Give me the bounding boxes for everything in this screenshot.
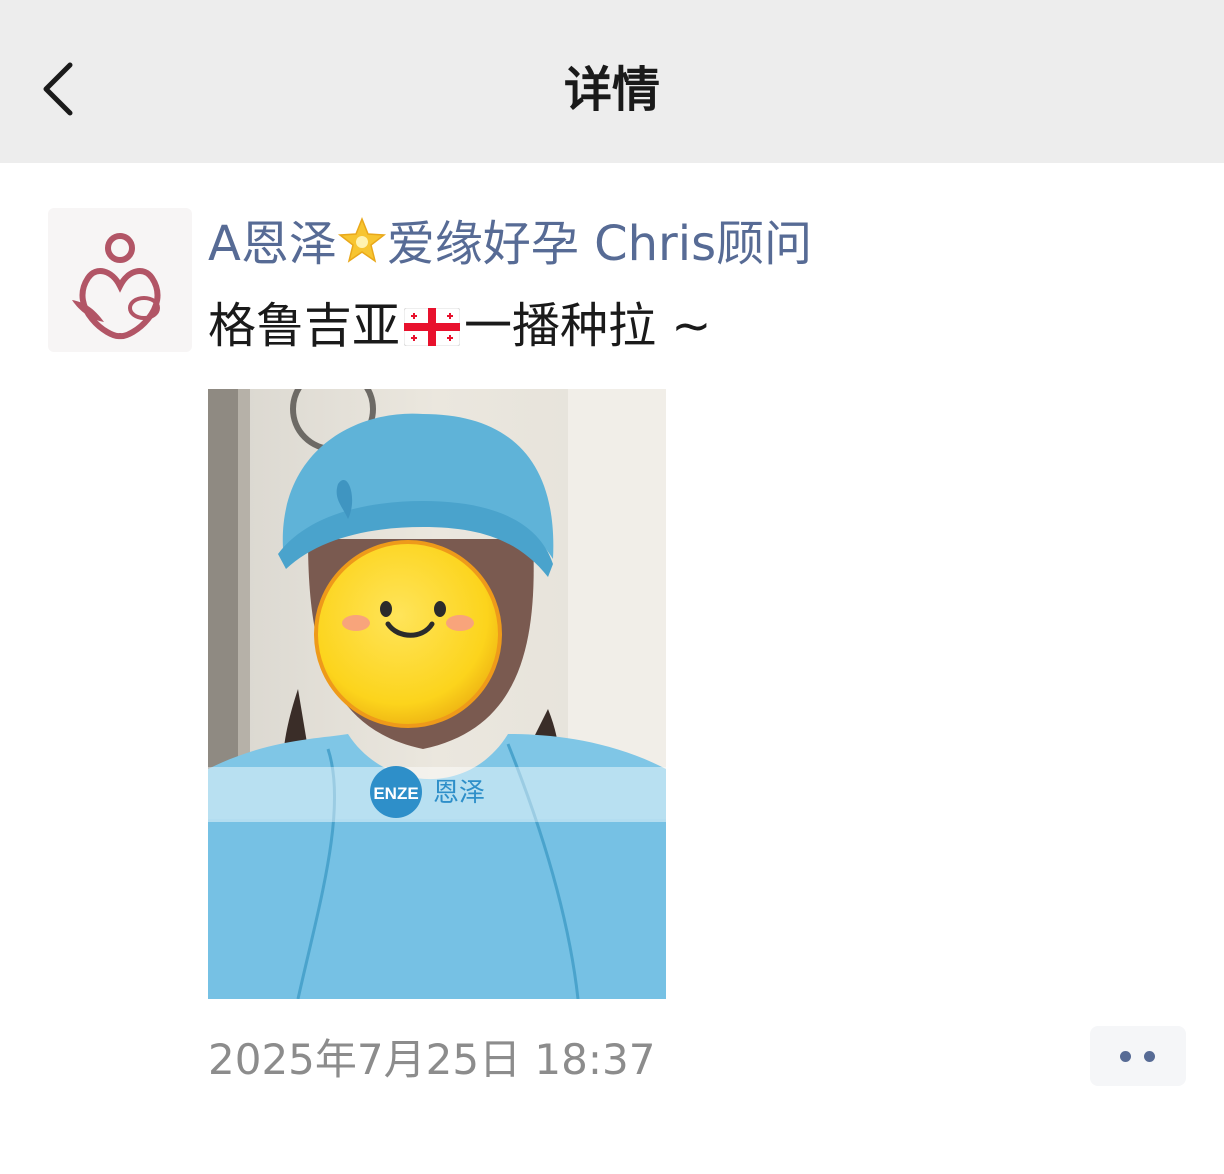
photo-content: ENZE 恩泽: [208, 389, 666, 999]
author-name[interactable]: A恩泽 爱缘好孕 Chris顾问: [208, 212, 812, 276]
more-dots-icon: [1120, 1051, 1131, 1062]
watermark-logo: ENZE: [373, 784, 418, 803]
more-actions-button[interactable]: [1090, 1026, 1186, 1086]
post-content: 格鲁吉亚 一播种拉 ~: [208, 294, 712, 358]
watermark-text: 恩泽: [433, 778, 485, 808]
page-title: 详情: [563, 62, 660, 118]
star-icon: [337, 216, 386, 263]
author-name-part1: A恩泽: [208, 216, 337, 272]
post-text-part1: 格鲁吉亚: [208, 298, 401, 354]
logo-mother-child-icon: [72, 233, 161, 339]
more-dots-icon: [1144, 1051, 1155, 1062]
post-text-part2: 一播种拉 ~: [464, 298, 712, 354]
post-photo[interactable]: ENZE 恩泽: [208, 389, 666, 999]
georgia-flag-icon: [404, 308, 461, 346]
author-avatar[interactable]: [48, 208, 192, 352]
author-name-part2: 爱缘好孕 Chris顾问: [386, 216, 813, 272]
post-timestamp: 2025年7月25日 18:37: [208, 1035, 656, 1084]
nav-bar: 详情: [0, 0, 1224, 163]
